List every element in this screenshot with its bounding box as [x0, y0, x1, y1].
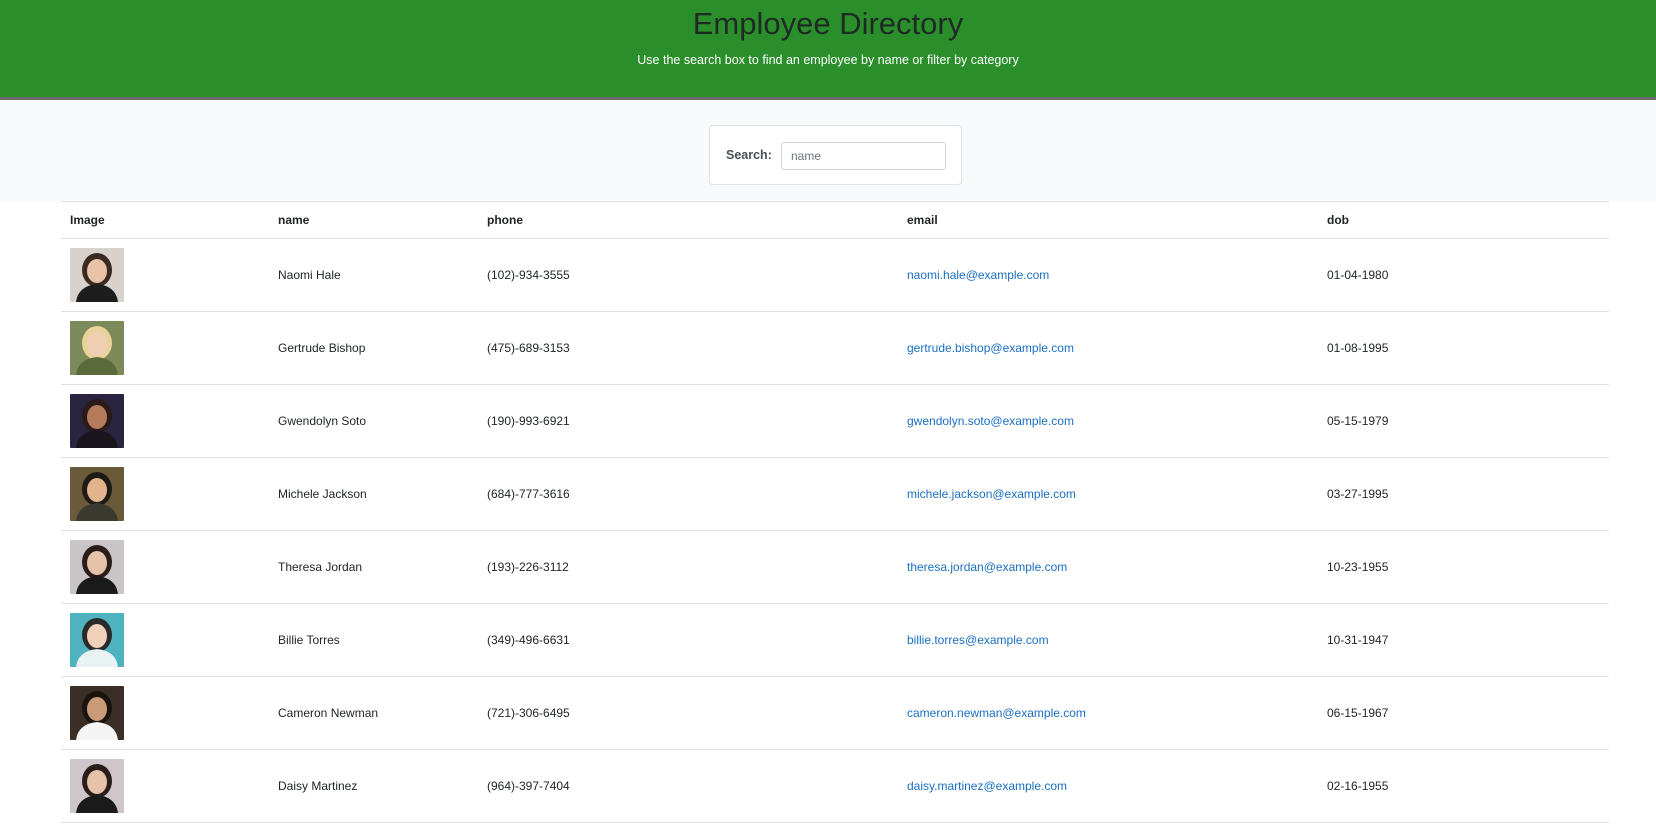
employee-dob: 10-23-1955: [1318, 530, 1609, 604]
search-form: Search:: [709, 125, 962, 185]
employee-dob: 10-31-1947: [1318, 603, 1609, 677]
table-header-row: Image name phone email dob: [61, 201, 1609, 239]
employee-email-link[interactable]: billie.torres@example.com: [907, 633, 1049, 647]
column-header-name[interactable]: name: [269, 201, 478, 239]
employee-dob: 06-15-1967: [1318, 676, 1609, 750]
employee-avatar: [70, 321, 124, 375]
employee-image-cell: [61, 676, 269, 750]
employee-dob: 02-16-1955: [1318, 749, 1609, 823]
table-row: Gwendolyn Soto (190)-993-6921 gwendolyn.so…: [61, 384, 1609, 458]
employee-phone: (475)-689-3153: [478, 311, 898, 385]
employee-avatar: [70, 467, 124, 521]
employee-image-cell: [61, 530, 269, 604]
employee-name: Billie Torres: [269, 603, 478, 677]
employee-avatar: [70, 686, 124, 740]
employee-phone: (964)-397-7404: [478, 749, 898, 823]
column-header-dob[interactable]: dob: [1318, 201, 1609, 239]
employee-dob: 03-27-1995: [1318, 457, 1609, 531]
table-row: Billie Torres (349)-496-6631 billie.torres…: [61, 603, 1609, 677]
employee-email-cell: cameron.newman@example.com: [898, 676, 1318, 750]
table-row: Gertrude Bishop (475)-689-3153 gertrude.bi…: [61, 311, 1609, 385]
search-input[interactable]: [781, 142, 946, 170]
employee-email-cell: billie.torres@example.com: [898, 603, 1318, 677]
employee-avatar: [70, 759, 124, 813]
employee-name: Gwendolyn Soto: [269, 384, 478, 458]
employee-name: Gertrude Bishop: [269, 311, 478, 385]
employee-phone: (684)-777-3616: [478, 457, 898, 531]
search-label: Search:: [726, 148, 772, 162]
employee-email-cell: gwendolyn.soto@example.com: [898, 384, 1318, 458]
employee-dob: 01-08-1995: [1318, 311, 1609, 385]
employee-phone: (721)-306-6495: [478, 676, 898, 750]
employee-avatar: [70, 613, 124, 667]
employee-email-link[interactable]: naomi.hale@example.com: [907, 268, 1049, 282]
employee-image-cell: [61, 238, 269, 312]
employee-name: Michele Jackson: [269, 457, 478, 531]
employee-email-cell: michele.jackson@example.com: [898, 457, 1318, 531]
column-header-image[interactable]: Image: [61, 201, 269, 239]
employee-phone: (193)-226-3112: [478, 530, 898, 604]
employee-image-cell: [61, 384, 269, 458]
employee-name: Naomi Hale: [269, 238, 478, 312]
search-section: Search:: [0, 103, 1656, 201]
employee-avatar: [70, 540, 124, 594]
employee-table: Image name phone email dob Naomi Hale (10…: [61, 201, 1609, 823]
page-header: Employee Directory Use the search box to…: [0, 0, 1656, 100]
employee-email-link[interactable]: theresa.jordan@example.com: [907, 560, 1067, 574]
column-header-email[interactable]: email: [898, 201, 1318, 239]
table-row: Naomi Hale (102)-934-3555 naomi.hale@examp…: [61, 238, 1609, 312]
employee-dob: 01-04-1980: [1318, 238, 1609, 312]
employee-dob: 05-15-1979: [1318, 384, 1609, 458]
employee-avatar: [70, 248, 124, 302]
employee-phone: (349)-496-6631: [478, 603, 898, 677]
employee-email-link[interactable]: daisy.martinez@example.com: [907, 779, 1067, 793]
employee-email-link[interactable]: cameron.newman@example.com: [907, 706, 1086, 720]
employee-phone: (102)-934-3555: [478, 238, 898, 312]
employee-email-link[interactable]: gwendolyn.soto@example.com: [907, 414, 1074, 428]
employee-avatar: [70, 394, 124, 448]
employee-email-cell: theresa.jordan@example.com: [898, 530, 1318, 604]
employee-email-link[interactable]: gertrude.bishop@example.com: [907, 341, 1074, 355]
employee-name: Theresa Jordan: [269, 530, 478, 604]
employee-table-container: Image name phone email dob Naomi Hale (10…: [61, 201, 1609, 823]
employee-email-cell: gertrude.bishop@example.com: [898, 311, 1318, 385]
employee-image-cell: [61, 311, 269, 385]
table-row: Michele Jackson (684)-777-3616 michele.jac…: [61, 457, 1609, 531]
employee-name: Cameron Newman: [269, 676, 478, 750]
employee-image-cell: [61, 603, 269, 677]
employee-image-cell: [61, 749, 269, 823]
column-header-phone[interactable]: phone: [478, 201, 898, 239]
table-row: Daisy Martinez (964)-397-7404 daisy.martin…: [61, 749, 1609, 823]
employee-phone: (190)-993-6921: [478, 384, 898, 458]
employee-name: Daisy Martinez: [269, 749, 478, 823]
employee-email-cell: naomi.hale@example.com: [898, 238, 1318, 312]
table-row: Cameron Newman (721)-306-6495 cameron.newm…: [61, 676, 1609, 750]
page-title: Employee Directory: [692, 6, 964, 41]
employee-email-cell: daisy.martinez@example.com: [898, 749, 1318, 823]
table-body: Naomi Hale (102)-934-3555 naomi.hale@examp…: [61, 238, 1609, 823]
employee-email-link[interactable]: michele.jackson@example.com: [907, 487, 1076, 501]
page-subtitle: Use the search box to find an employee b…: [637, 53, 1019, 67]
employee-image-cell: [61, 457, 269, 531]
table-row: Theresa Jordan (193)-226-3112 theresa.jord…: [61, 530, 1609, 604]
